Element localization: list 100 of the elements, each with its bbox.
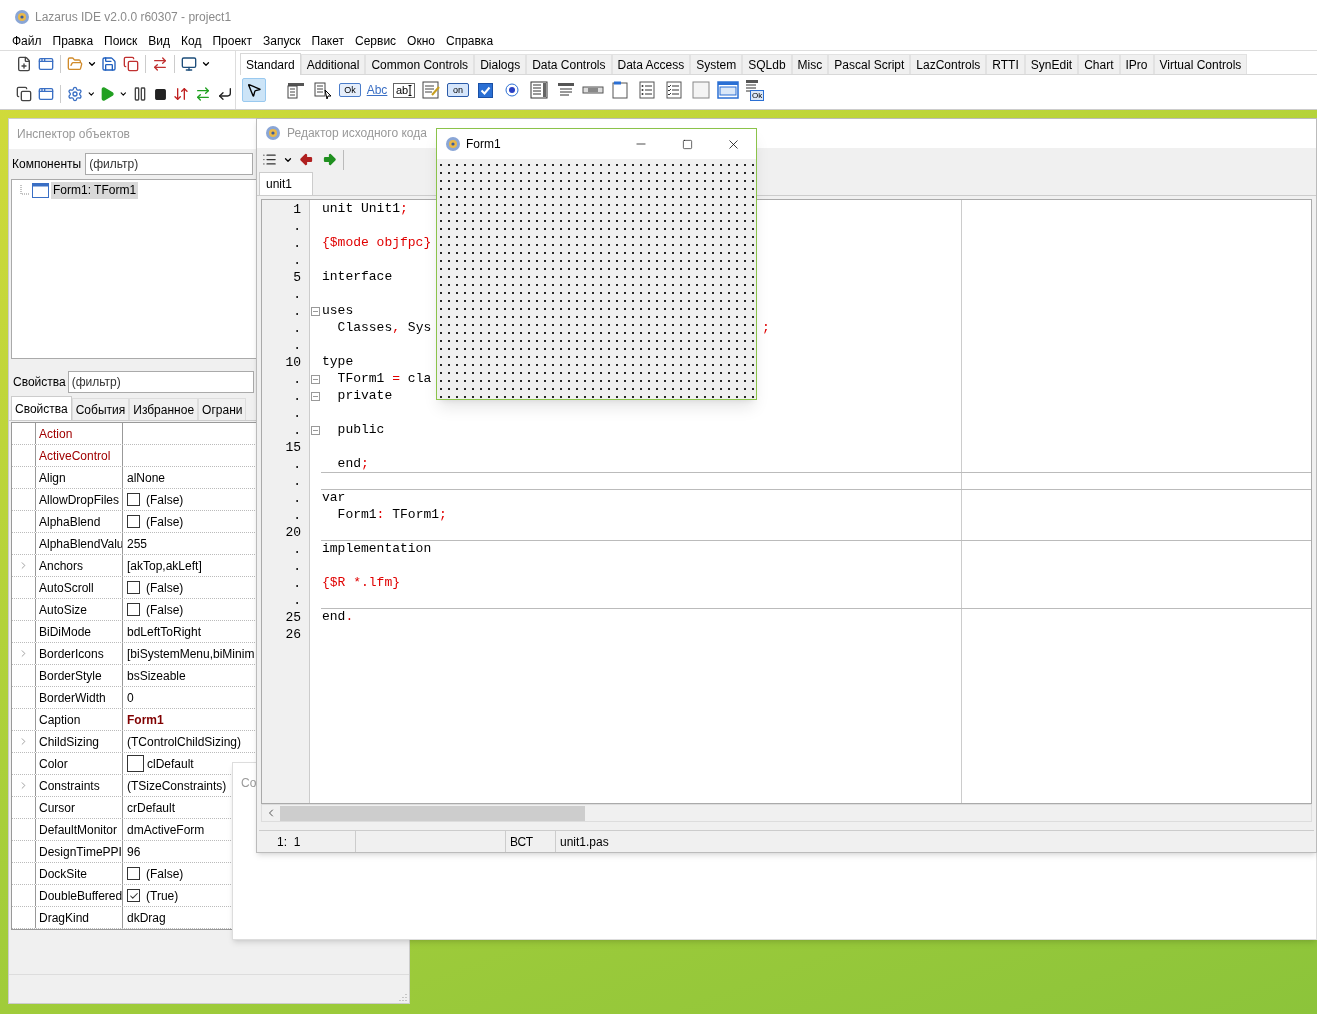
- property-name: Align: [39, 469, 66, 487]
- palette-tab[interactable]: Misc: [791, 54, 829, 74]
- code-line: TForm1 = cla: [336, 371, 432, 388]
- palette-tab[interactable]: Standard: [240, 53, 301, 75]
- memo-icon: [422, 81, 440, 99]
- property-value: alNone: [127, 469, 166, 487]
- inspector-tab[interactable]: Избранное: [129, 398, 199, 420]
- checkbox[interactable]: [127, 867, 140, 880]
- checkbox-icon: [477, 82, 493, 98]
- groupbox-icon: [612, 81, 628, 99]
- menu-item[interactable]: Проект: [212, 34, 252, 49]
- palette-tab[interactable]: LazControls: [910, 54, 987, 74]
- menu-item[interactable]: Запуск: [263, 34, 301, 49]
- checkbox[interactable]: [127, 581, 140, 594]
- menu-item[interactable]: Справка: [446, 34, 494, 49]
- line-number: .: [293, 319, 301, 337]
- caret-icon: [87, 59, 97, 69]
- palette-listbox-button[interactable]: [527, 78, 551, 102]
- caret-icon: [119, 89, 128, 99]
- palette-actionlist-button[interactable]: Ok: [743, 78, 767, 102]
- line-number: .: [293, 387, 301, 405]
- radiogroup-icon: [639, 81, 655, 99]
- mainmenu-icon: [286, 81, 306, 99]
- line-number: .: [293, 557, 301, 575]
- property-name: BorderWidth: [39, 689, 106, 707]
- palette-tab[interactable]: Pascal Script: [828, 54, 911, 74]
- code-line: uses: [322, 303, 354, 320]
- menu-item[interactable]: Поиск: [104, 34, 138, 49]
- checkbox[interactable]: [127, 493, 140, 506]
- fold-marker-icon[interactable]: [311, 306, 320, 316]
- menu-item[interactable]: Сервис: [355, 34, 397, 49]
- property-value: Form1: [127, 711, 164, 729]
- properties-filter-field[interactable]: (фильтр): [67, 371, 254, 393]
- palette-frame-button[interactable]: [716, 78, 740, 102]
- folder-icon: [67, 56, 83, 72]
- palette-memo-button[interactable]: [419, 78, 443, 102]
- line-number: .: [293, 285, 301, 303]
- property-name: Action: [39, 425, 73, 443]
- line-number: .: [293, 540, 301, 558]
- palette-tab[interactable]: Data Access: [611, 54, 691, 74]
- menu-item[interactable]: Вид: [148, 34, 171, 49]
- play-icon: [99, 86, 116, 102]
- code-line: public: [336, 422, 385, 439]
- property-name: AutoScroll: [39, 579, 94, 597]
- palette-tab[interactable]: Dialogs: [474, 54, 527, 74]
- property-value: (False): [146, 601, 184, 619]
- caret-icon: [86, 89, 96, 99]
- radio-icon: [504, 82, 520, 98]
- palette-tab[interactable]: Common Controls: [365, 54, 475, 74]
- fold-marker-icon[interactable]: [311, 391, 320, 401]
- scrollbar-thumb[interactable]: [280, 805, 585, 821]
- property-name: BorderStyle: [39, 667, 102, 685]
- palette-label-button[interactable]: Abc: [365, 78, 389, 102]
- fold-marker-icon[interactable]: [311, 425, 320, 435]
- inspector-tab[interactable]: Свойства: [11, 396, 72, 420]
- property-name: Constraints: [39, 777, 100, 795]
- checkgroup-icon: [666, 81, 682, 99]
- caret-icon: [201, 59, 211, 69]
- code-line: implementation: [322, 541, 432, 558]
- fold-marker-icon[interactable]: [311, 374, 320, 384]
- property-value: (TControlChildSizing): [127, 733, 242, 751]
- checkbox[interactable]: [127, 515, 140, 528]
- palette-tab[interactable]: SQLdb: [742, 54, 792, 74]
- inspector-tab[interactable]: Ограни: [198, 398, 247, 420]
- tree-item[interactable]: Form1: TForm1: [51, 182, 139, 199]
- inspector-tab[interactable]: События: [71, 398, 130, 420]
- menu-item[interactable]: Код: [181, 34, 202, 49]
- palette-pointer-button[interactable]: [242, 78, 266, 102]
- code-line: Form1: TForm1;: [336, 507, 447, 524]
- line-number: 26: [285, 625, 301, 643]
- menu-item[interactable]: Правка: [52, 34, 94, 49]
- palette-tab[interactable]: Additional: [300, 54, 366, 74]
- components-filter-field[interactable]: (фильтр): [85, 153, 254, 175]
- palette-tab[interactable]: IPro: [1119, 54, 1154, 74]
- palette-tab[interactable]: Chart: [1078, 54, 1120, 74]
- palette-tab[interactable]: System: [690, 54, 743, 74]
- menu-item[interactable]: Окно: [407, 34, 435, 49]
- app-icon: [14, 8, 30, 25]
- checkbox[interactable]: [127, 603, 140, 616]
- menu-item[interactable]: Пакет: [311, 34, 344, 49]
- horizontal-scrollbar[interactable]: [261, 804, 1312, 823]
- menu-item[interactable]: Файл: [12, 34, 42, 49]
- property-value: (False): [146, 491, 184, 509]
- line-number: 5: [293, 268, 301, 286]
- code-line: end.: [322, 609, 354, 626]
- check-icon: [128, 890, 139, 901]
- property-name: AlphaBlend: [39, 513, 101, 531]
- property-value: (False): [146, 513, 184, 531]
- palette-tab[interactable]: Data Controls: [526, 54, 612, 74]
- resize-grip-icon[interactable]: [399, 993, 407, 1001]
- code-line: unit Unit1;: [322, 201, 408, 218]
- code-fragment: ;: [762, 320, 770, 337]
- property-value: clDefault: [147, 755, 194, 773]
- editor-tab[interactable]: unit1: [259, 171, 314, 195]
- combobox-icon: [557, 82, 575, 98]
- palette-tab[interactable]: Virtual Controls: [1153, 54, 1248, 74]
- palette-tab[interactable]: RTTI: [986, 54, 1025, 74]
- line-number: .: [293, 506, 301, 524]
- checkbox[interactable]: [127, 889, 140, 902]
- palette-tab[interactable]: SynEdit: [1024, 54, 1079, 74]
